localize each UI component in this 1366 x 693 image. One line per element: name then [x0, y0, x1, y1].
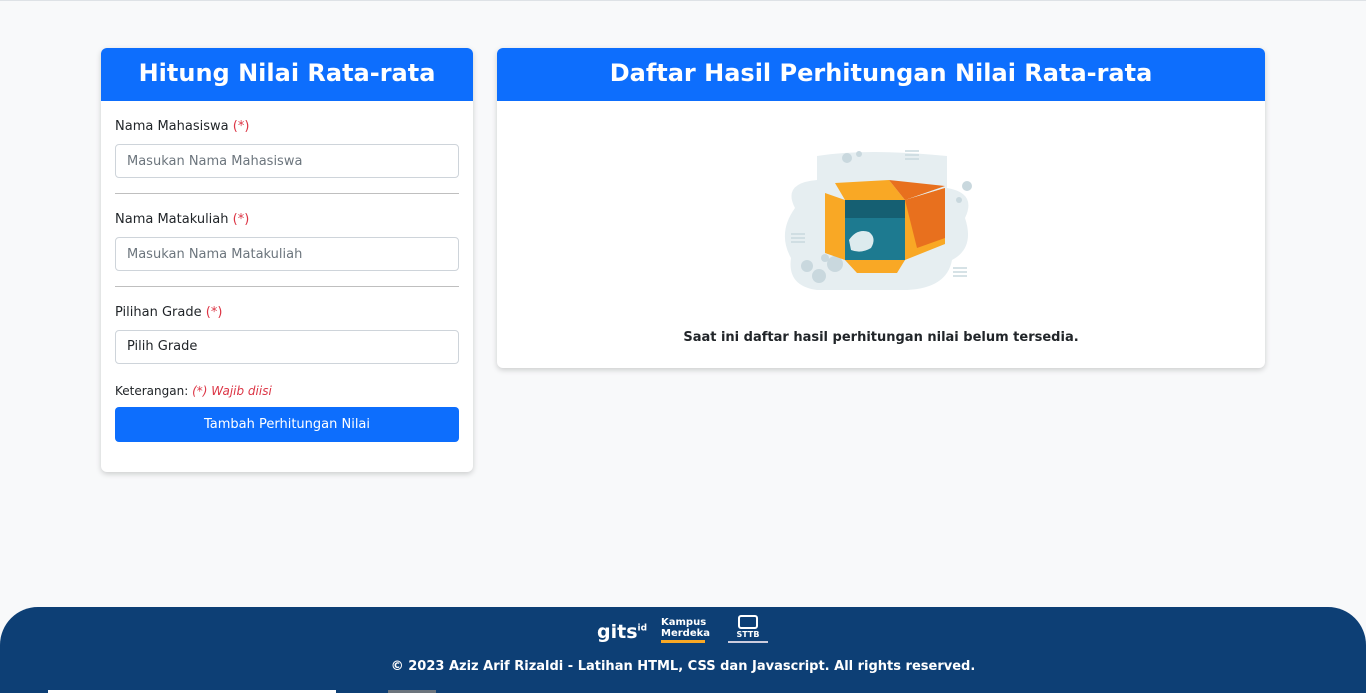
- note-text: (*) Wajib diisi: [192, 384, 272, 398]
- divider: [115, 193, 459, 194]
- student-name-label: Nama Mahasiswa (*): [115, 119, 459, 134]
- calculate-form: Nama Mahasiswa (*) Nama Matakuliah (*) P…: [101, 119, 473, 442]
- calculate-form-card: Hitung Nilai Rata-rata Nama Mahasiswa (*…: [101, 48, 473, 472]
- merdeka-logo-text: Merdeka: [661, 628, 711, 639]
- results-title: Daftar Hasil Perhitungan Nilai Rata-rata: [497, 48, 1265, 101]
- required-marker: (*): [205, 305, 223, 320]
- grade-select-value: Pilih Grade: [127, 339, 198, 354]
- course-name-input[interactable]: [115, 237, 459, 271]
- grade-select[interactable]: Pilih Grade: [115, 330, 459, 364]
- sttb-logo-text: STTB: [736, 630, 760, 639]
- required-note: Keterangan: (*) Wajib diisi: [115, 384, 459, 398]
- required-marker: (*): [232, 212, 250, 227]
- course-name-label-text: Nama Matakuliah: [115, 212, 229, 227]
- footer-logos: gitsid Kampus Merdeka STTB: [0, 615, 1366, 651]
- results-card: Daftar Hasil Perhitungan Nilai Rata-rata: [497, 48, 1265, 368]
- kampus-merdeka-logo: Kampus Merdeka: [661, 617, 710, 643]
- required-marker: (*): [232, 119, 250, 134]
- sttb-logo: STTB: [726, 615, 770, 643]
- copyright-text: © 2023 Aziz Arif Rizaldi - Latihan HTML,…: [390, 659, 976, 674]
- sttb-subtitle-line: [728, 641, 768, 643]
- page-footer: gitsid Kampus Merdeka STTB © 2023 Aziz A…: [0, 607, 1366, 693]
- gits-logo-suffix: id: [637, 623, 648, 634]
- student-name-label-text: Nama Mahasiswa: [115, 119, 229, 134]
- grade-label-text: Pilihan Grade: [115, 305, 202, 320]
- kampus-logo-text: Kampus: [661, 617, 707, 628]
- grade-label: Pilihan Grade (*): [115, 305, 459, 320]
- student-name-input[interactable]: [115, 144, 459, 178]
- form-title: Hitung Nilai Rata-rata: [101, 48, 473, 101]
- note-label: Keterangan:: [115, 384, 189, 398]
- course-name-label: Nama Matakuliah (*): [115, 212, 459, 227]
- empty-state-message: Saat ini daftar hasil perhitungan nilai …: [683, 330, 1079, 345]
- add-calculation-button[interactable]: Tambah Perhitungan Nilai: [115, 407, 459, 442]
- kampus-merdeka-underline: [661, 640, 705, 643]
- empty-box-icon: [777, 148, 987, 302]
- divider: [115, 286, 459, 287]
- gits-logo: gitsid: [597, 621, 647, 643]
- sttb-emblem-icon: [738, 615, 758, 629]
- gits-logo-text: gits: [597, 621, 638, 643]
